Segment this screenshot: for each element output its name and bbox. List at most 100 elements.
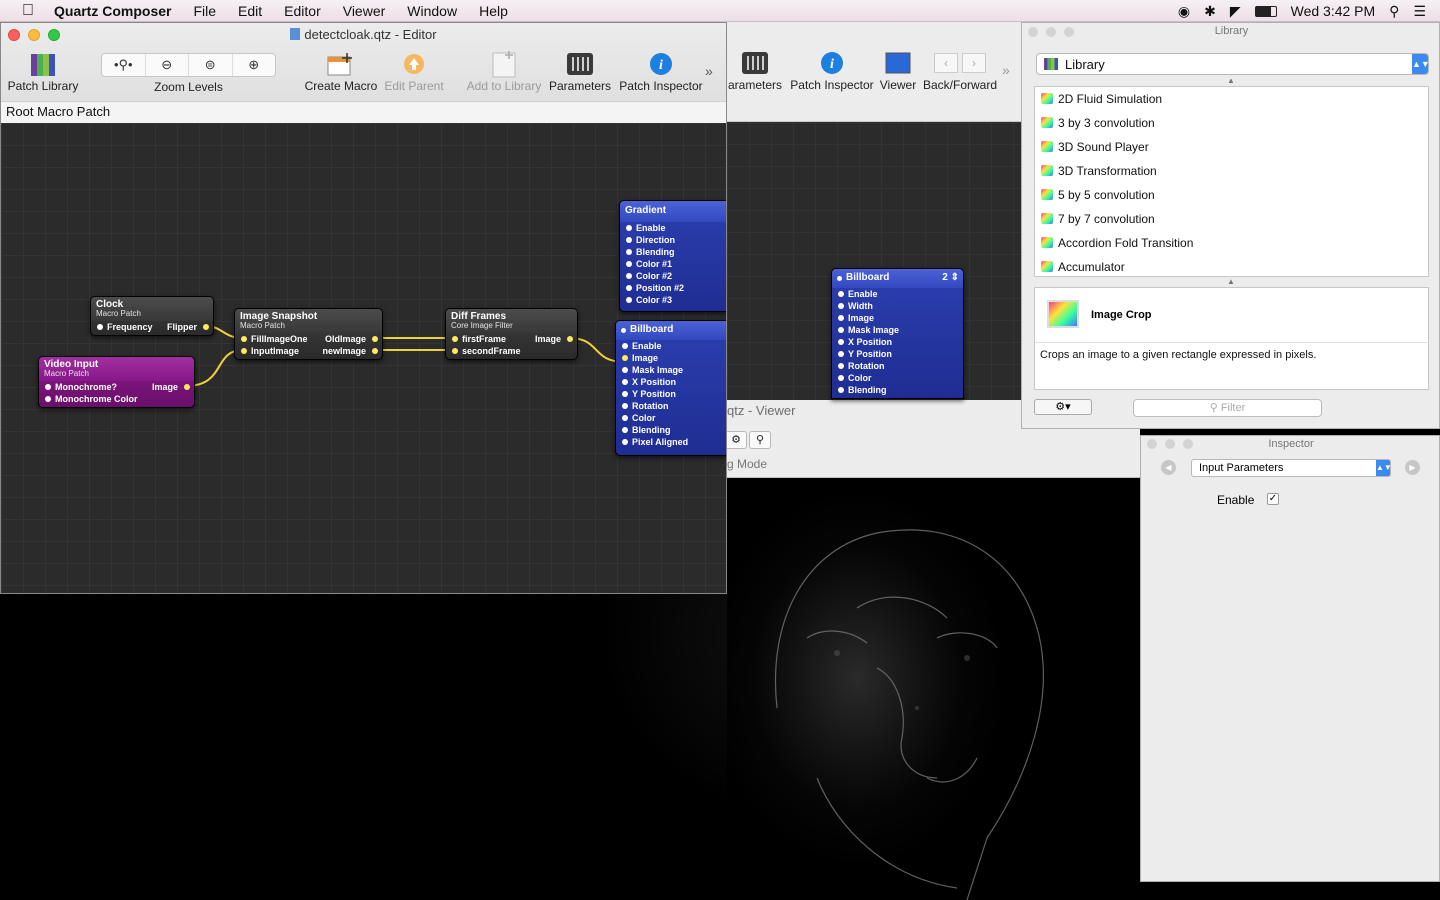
list-item[interactable]: 7 by 7 convolution — [1035, 207, 1428, 231]
menu-app-name[interactable]: Quartz Composer — [54, 3, 171, 19]
port-gradient-position2[interactable]: Position #2 — [620, 282, 726, 294]
port-billboard2-mask[interactable]: Mask Image — [832, 324, 963, 336]
port-billboard2-enable[interactable]: Enable — [832, 288, 963, 300]
port-fillimageone[interactable]: FillImageOne OldImage — [235, 333, 382, 345]
port-frequency[interactable]: Frequency Flipper — [91, 321, 213, 333]
list-item[interactable]: 3D Sound Player — [1035, 135, 1428, 159]
menu-editor[interactable]: Editor — [284, 3, 321, 19]
menu-edit[interactable]: Edit — [238, 3, 262, 19]
patch-video-input[interactable]: Video Input Macro Patch Monochrome? Image … — [38, 356, 195, 408]
edit-parent-button[interactable]: Edit Parent — [381, 49, 447, 93]
port-monochrome[interactable]: Monochrome? Image — [39, 381, 194, 393]
menu-window[interactable]: Window — [407, 3, 457, 19]
patch-image-snapshot[interactable]: Image Snapshot Macro Patch FillImageOne Ol… — [234, 308, 383, 360]
list-item[interactable]: 3D Transformation — [1035, 159, 1428, 183]
port-gradient-blending[interactable]: Blending — [620, 246, 726, 258]
port-billboard2-rotation[interactable]: Rotation — [832, 360, 963, 372]
toolbar-overflow-2[interactable]: » — [1002, 62, 1010, 78]
port-billboard2-width[interactable]: Width — [832, 300, 963, 312]
viewer-zoom-icon[interactable]: ⚲ — [749, 431, 771, 449]
port-billboard-color[interactable]: Color — [616, 412, 726, 424]
inspector-next-icon[interactable]: ▶ — [1405, 460, 1420, 475]
port-diff-image-out[interactable]: Image — [535, 333, 574, 345]
list-item[interactable]: 2D Fluid Simulation — [1035, 87, 1428, 111]
port-flipper[interactable]: Flipper — [167, 321, 210, 333]
wifi-icon[interactable]: ◤ — [1230, 3, 1241, 20]
toolbar-back-forward[interactable]: ‹ › Back/Forward — [922, 48, 998, 92]
library-patch-list[interactable]: 2D Fluid Simulation 3 by 3 convolution 3… — [1034, 86, 1429, 277]
toolbar-viewer-button[interactable]: Viewer — [877, 48, 919, 92]
inspector-mode-selector[interactable]: Input Parameters ▲▼ — [1191, 459, 1392, 477]
port-billboard-enable[interactable]: Enable — [616, 340, 726, 352]
viewer-debug-icon[interactable]: ⚙ — [725, 431, 747, 449]
port-billboard2-y[interactable]: Y Position — [832, 348, 963, 360]
port-gradient-color3[interactable]: Color #3 — [620, 294, 726, 306]
port-billboard-blending[interactable]: Blending — [616, 424, 726, 436]
port-inputimage[interactable]: InputImage newImage — [235, 345, 382, 357]
port-image-out[interactable]: Image — [152, 381, 191, 393]
library-filter-input[interactable]: ⚲ Filter — [1133, 399, 1322, 417]
port-gradient-direction[interactable]: Direction — [620, 234, 726, 246]
zoom-actual-icon[interactable]: ⊜ — [189, 54, 233, 76]
add-to-library-button[interactable]: Add to Library — [463, 49, 545, 93]
port-billboard2-image[interactable]: Image — [832, 312, 963, 324]
port-billboard2-blending[interactable]: Blending — [832, 384, 963, 396]
port-firstframe[interactable]: firstFrame Image — [446, 333, 577, 345]
patch-billboard[interactable]: Billboard Enable Image Mask Image X Posi… — [615, 320, 726, 456]
parameters-button[interactable]: Parameters — [547, 49, 613, 93]
port-oldimage[interactable]: OldImage — [325, 333, 379, 345]
patch-gradient[interactable]: Gradient Enable Direction Blending Color… — [619, 200, 726, 312]
bluetooth-icon[interactable]: ✱ — [1204, 3, 1216, 20]
port-monochrome-color[interactable]: Monochrome Color — [39, 393, 194, 405]
notification-center-icon[interactable]: ☰ — [1413, 3, 1426, 20]
forward-arrow-icon[interactable]: › — [962, 53, 986, 73]
splitter-handle-icon[interactable]: ▲ — [1227, 76, 1235, 85]
port-billboard2-color[interactable]: Color — [832, 372, 963, 384]
port-billboard-image[interactable]: Image — [616, 352, 726, 364]
toolbar-overflow-button[interactable]: » — [705, 63, 713, 79]
port-secondframe[interactable]: secondFrame — [446, 345, 577, 357]
patch-billboard-2[interactable]: Billboard 2 ⇕ Enable Width Image Mask Ima… — [831, 268, 964, 399]
splitter-handle-icon[interactable]: ▲ — [1227, 277, 1235, 286]
port-billboard-mask[interactable]: Mask Image — [616, 364, 726, 376]
port-billboard2-x[interactable]: X Position — [832, 336, 963, 348]
zoom-out-icon[interactable]: ⊖ — [146, 54, 189, 76]
library-selector[interactable]: Library ▲▼ — [1036, 53, 1430, 75]
enable-checkbox[interactable]: ✓ — [1267, 493, 1279, 505]
patch-clock[interactable]: Clock Macro Patch Frequency Flipper — [90, 296, 214, 336]
patch-inspector-button[interactable]: i Patch Inspector — [615, 49, 707, 93]
zoom-in-icon[interactable]: ⊕ — [233, 54, 276, 76]
zoom-fit-icon[interactable]: •⚲• — [102, 54, 146, 76]
battery-icon[interactable] — [1254, 5, 1277, 17]
port-billboard-pixel-aligned[interactable]: Pixel Aligned — [616, 436, 726, 448]
apple-menu-icon[interactable]:  — [18, 2, 38, 20]
create-macro-button[interactable]: Create Macro — [301, 49, 381, 93]
port-newimage[interactable]: newImage — [322, 345, 378, 357]
toolbar-parameters-button-2[interactable]: arameters — [727, 48, 783, 92]
inspector-prev-icon[interactable]: ◀ — [1161, 460, 1176, 475]
list-item[interactable]: Accumulator — [1035, 255, 1428, 279]
list-item[interactable]: 3 by 3 convolution — [1035, 111, 1428, 135]
menu-help[interactable]: Help — [479, 3, 508, 19]
port-gradient-enable[interactable]: Enable — [620, 222, 726, 234]
menu-clock[interactable]: Wed 3:42 PM — [1291, 3, 1376, 19]
menu-viewer[interactable]: Viewer — [343, 3, 386, 19]
menu-file[interactable]: File — [193, 3, 216, 19]
patch-canvas[interactable]: Clock Macro Patch Frequency Flipper Video … — [1, 123, 726, 593]
list-item[interactable]: Accordion Fold Transition — [1035, 231, 1428, 255]
port-gradient-color1[interactable]: Color #1 — [620, 258, 726, 270]
list-item[interactable]: 5 by 5 convolution — [1035, 183, 1428, 207]
breadcrumb[interactable]: Root Macro Patch — [1, 101, 726, 123]
patch-layer-number[interactable]: 2 ⇕ — [942, 272, 959, 283]
patch-library-button[interactable]: Patch Library — [5, 49, 81, 93]
back-arrow-icon[interactable]: ‹ — [934, 53, 958, 73]
port-billboard-rotation[interactable]: Rotation — [616, 400, 726, 412]
creative-cloud-icon[interactable]: ◉ — [1178, 3, 1190, 20]
port-billboard-y[interactable]: Y Position — [616, 388, 726, 400]
patch-diff-frames[interactable]: Diff Frames Core Image Filter firstFrame I… — [445, 308, 578, 360]
toolbar-patch-inspector-button-2[interactable]: i Patch Inspector — [787, 48, 877, 92]
library-action-gear-button[interactable]: ⚙▾ — [1034, 399, 1092, 415]
spotlight-search-icon[interactable]: ⚲ — [1389, 3, 1399, 20]
port-gradient-color2[interactable]: Color #2 — [620, 270, 726, 282]
port-billboard-x[interactable]: X Position — [616, 376, 726, 388]
